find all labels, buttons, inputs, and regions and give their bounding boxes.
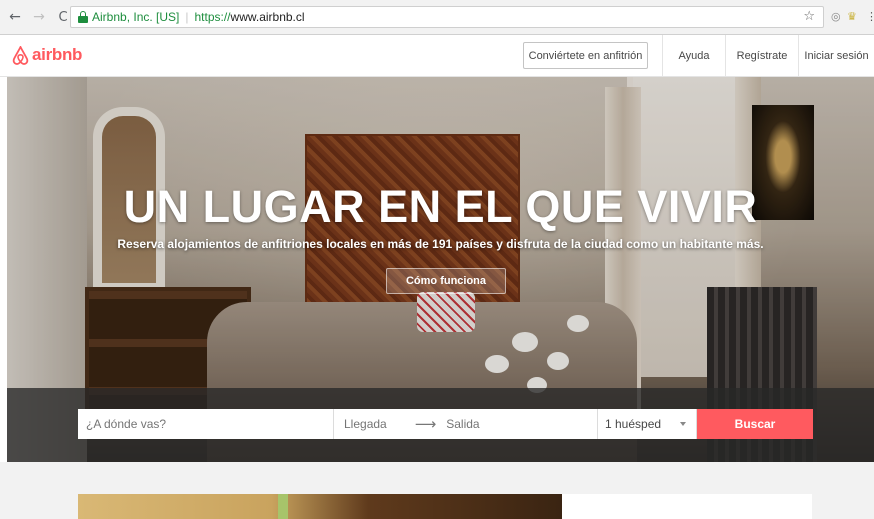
search-form: ¿A dónde vas? Llegada ⟶ Salida 1 huésped… [78, 409, 813, 439]
how-it-works-button[interactable]: Cómo funciona [386, 268, 506, 294]
crown-extension-icon[interactable]: ♛ [847, 10, 857, 23]
lock-icon[interactable] [78, 11, 88, 23]
checkout-field[interactable]: Salida [446, 417, 479, 431]
camera-extension-icon[interactable]: ◎ [831, 10, 841, 23]
checkin-field[interactable]: Llegada [344, 417, 387, 431]
url-scheme: https:// [194, 10, 231, 24]
bookmark-star-icon[interactable]: ☆ [803, 9, 815, 24]
forward-icon[interactable]: → [30, 8, 48, 26]
become-host-button[interactable]: Conviértete en anfitrión [523, 42, 648, 69]
featured-listing-panel [562, 494, 812, 519]
arrow-right-icon: ⟶ [414, 415, 437, 433]
nav-signup-link[interactable]: Regístrate [725, 35, 798, 76]
browser-toolbar: ← → C Airbnb, Inc. [US] | https:// www.a… [0, 0, 874, 35]
chevron-down-icon [680, 422, 686, 426]
certificate-label[interactable]: Airbnb, Inc. [US] [92, 10, 179, 24]
guests-value: 1 huésped [605, 417, 662, 431]
belo-icon [12, 45, 29, 65]
guests-select[interactable]: 1 huésped [598, 409, 697, 439]
featured-listing-image[interactable] [78, 494, 562, 519]
logo-wordmark: airbnb [32, 45, 83, 64]
destination-input[interactable]: ¿A dónde vas? [78, 409, 334, 439]
hero-title: UN LUGAR EN EL QUE VIVIR [123, 181, 758, 232]
date-range-input[interactable]: Llegada ⟶ Salida [334, 409, 598, 439]
nav-help-link[interactable]: Ayuda [662, 35, 725, 76]
search-button[interactable]: Buscar [697, 409, 813, 439]
url-host: www.airbnb.cl [230, 10, 305, 24]
airbnb-logo[interactable]: airbnb [12, 45, 82, 65]
hero-subtitle: Reserva alojamientos de anfitriones loca… [117, 237, 764, 251]
nav-login-link[interactable]: Iniciar sesión [798, 35, 874, 76]
browser-menu-icon[interactable]: ⋮ [866, 10, 874, 23]
site-header: airbnb Conviértete en anfitrión Ayuda Re… [0, 35, 874, 77]
back-icon[interactable]: ← [6, 8, 24, 26]
address-bar[interactable]: Airbnb, Inc. [US] | https:// www.airbnb.… [70, 6, 824, 28]
